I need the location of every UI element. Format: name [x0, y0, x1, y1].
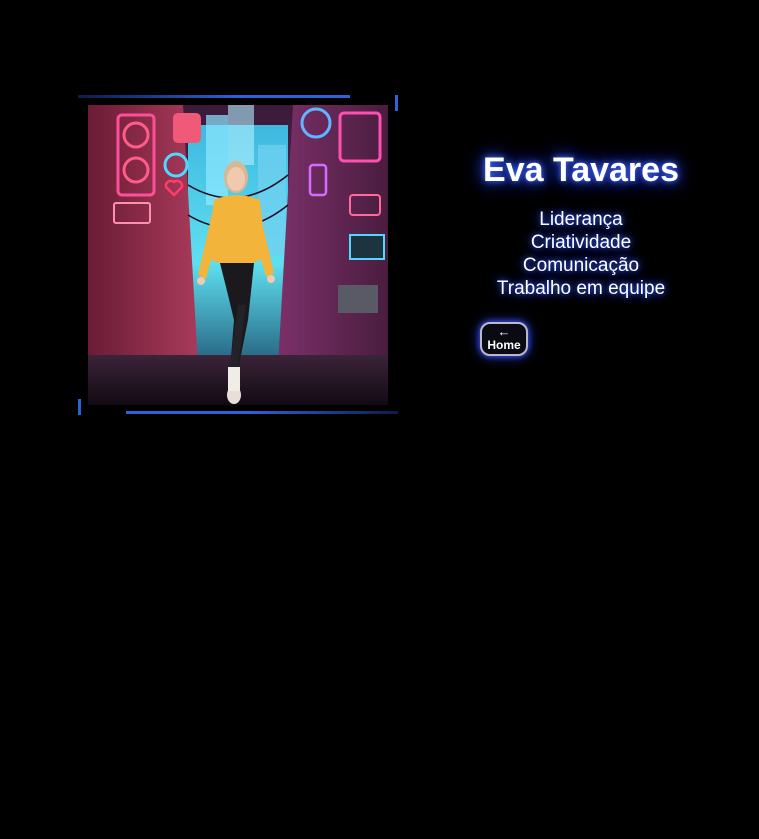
frame-bottom-corner — [78, 399, 81, 415]
profile-portrait-image — [88, 105, 388, 405]
profile-info: Eva Tavares Liderança Criatividade Comun… — [440, 148, 722, 300]
home-button-label: Home — [487, 338, 521, 352]
profile-page: Eva Tavares Liderança Criatividade Comun… — [0, 0, 759, 839]
frame-top-corner — [395, 95, 398, 111]
skill-item: Comunicação — [522, 255, 640, 276]
arrow-left-icon: ← — [497, 324, 511, 339]
skill-item: Trabalho em equipe — [496, 278, 666, 299]
frame-top-border — [78, 95, 350, 98]
home-button[interactable]: ← Home — [480, 322, 528, 356]
skill-item: Criatividade — [530, 232, 632, 253]
skills-list: Liderança Criatividade Comunicação Traba… — [440, 208, 722, 300]
frame-bottom-border — [126, 411, 398, 414]
profile-name: Eva Tavares — [483, 151, 679, 189]
skill-item: Liderança — [539, 209, 623, 230]
